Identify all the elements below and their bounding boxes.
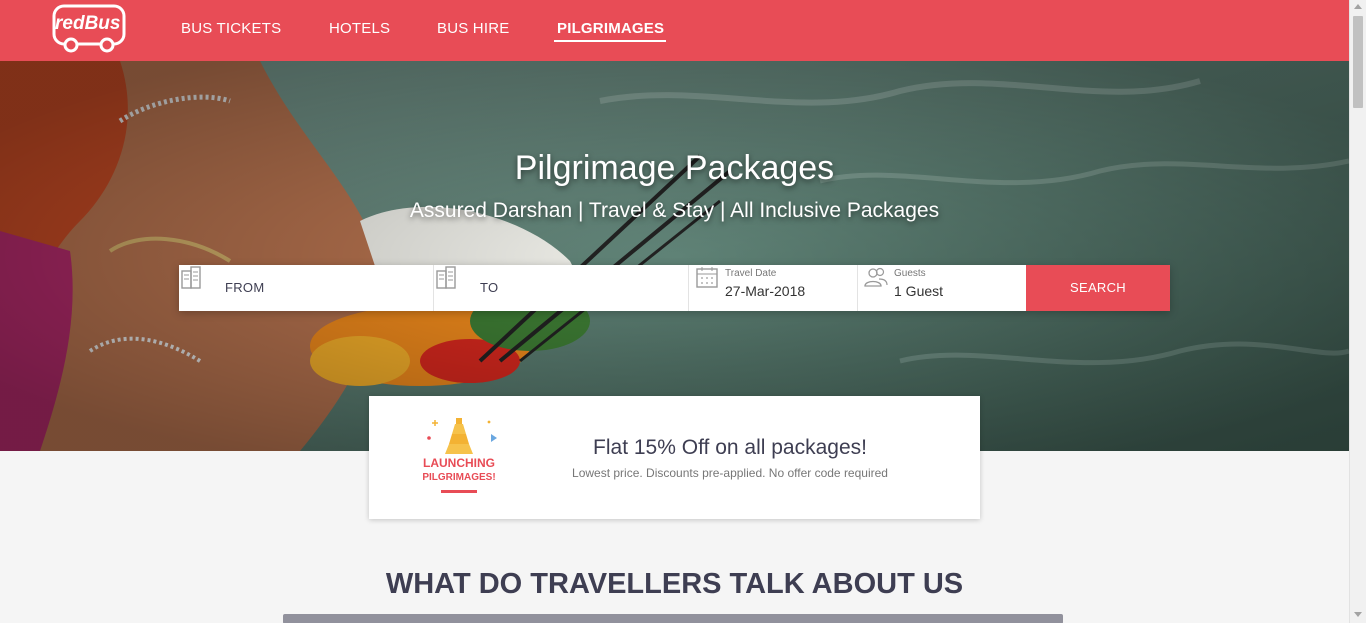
logo-text: redBus xyxy=(55,13,121,34)
nav-bus-hire[interactable]: BUS HIRE xyxy=(437,20,509,37)
guests-field[interactable]: Guests 1 Guest xyxy=(858,265,1026,311)
top-navbar: redBus BUS TICKETS HOTELS BUS HIRE PILGR… xyxy=(0,0,1349,61)
travel-date-value: 27-Mar-2018 xyxy=(725,283,806,299)
badge-underline xyxy=(441,490,477,493)
calendar-icon xyxy=(696,267,718,288)
building-icon xyxy=(181,266,201,289)
building-icon xyxy=(436,266,456,289)
to-placeholder: TO xyxy=(480,280,499,295)
testimonials-subtext-clipped xyxy=(283,614,1063,623)
nav-pilgrimages[interactable]: PILGRIMAGES xyxy=(557,20,664,37)
active-tab-indicator xyxy=(554,40,666,42)
hero-banner: Pilgrimage Packages Assured Darshan | Tr… xyxy=(0,61,1349,451)
hero-title: Pilgrimage Packages xyxy=(514,149,835,187)
badge-line2: PILGRIMAGES! xyxy=(422,472,496,483)
guests-caption: Guests xyxy=(894,268,926,279)
hero-background-image xyxy=(0,61,1349,451)
launching-badge: LAUNCHING PILGRIMAGES! xyxy=(409,412,509,504)
travel-date-field[interactable]: Travel Date 27-Mar-2018 xyxy=(689,265,858,311)
hero-subtitle: Assured Darshan | Travel & Stay | All In… xyxy=(409,199,940,222)
offer-title: Flat 15% Off on all packages! xyxy=(593,436,867,459)
temple-icon xyxy=(427,418,497,454)
guests-icon xyxy=(864,267,888,287)
page-scrollbar[interactable] xyxy=(1349,0,1366,623)
search-button[interactable]: SEARCH xyxy=(1026,265,1170,311)
offer-card: LAUNCHING PILGRIMAGES! Flat 15% Off on a… xyxy=(369,396,980,519)
nav-hotels[interactable]: HOTELS xyxy=(329,20,390,37)
badge-line1: LAUNCHING xyxy=(423,456,495,470)
search-bar: FROM TO Travel Date 27-Mar-2018 Guests 1… xyxy=(179,265,1170,311)
to-field[interactable]: TO xyxy=(434,265,689,311)
from-field[interactable]: FROM xyxy=(179,265,434,311)
travel-date-caption: Travel Date xyxy=(725,268,777,279)
from-placeholder: FROM xyxy=(225,280,265,295)
guests-value: 1 Guest xyxy=(894,283,944,299)
nav-bus-tickets[interactable]: BUS TICKETS xyxy=(181,20,281,37)
scroll-down-arrow-icon[interactable] xyxy=(1354,612,1362,617)
testimonials-heading: WHAT DO TRAVELLERS TALK ABOUT US xyxy=(385,568,964,600)
offer-subtitle: Lowest price. Discounts pre-applied. No … xyxy=(572,466,888,480)
scroll-up-arrow-icon[interactable] xyxy=(1354,4,1362,9)
scroll-thumb[interactable] xyxy=(1353,16,1363,108)
